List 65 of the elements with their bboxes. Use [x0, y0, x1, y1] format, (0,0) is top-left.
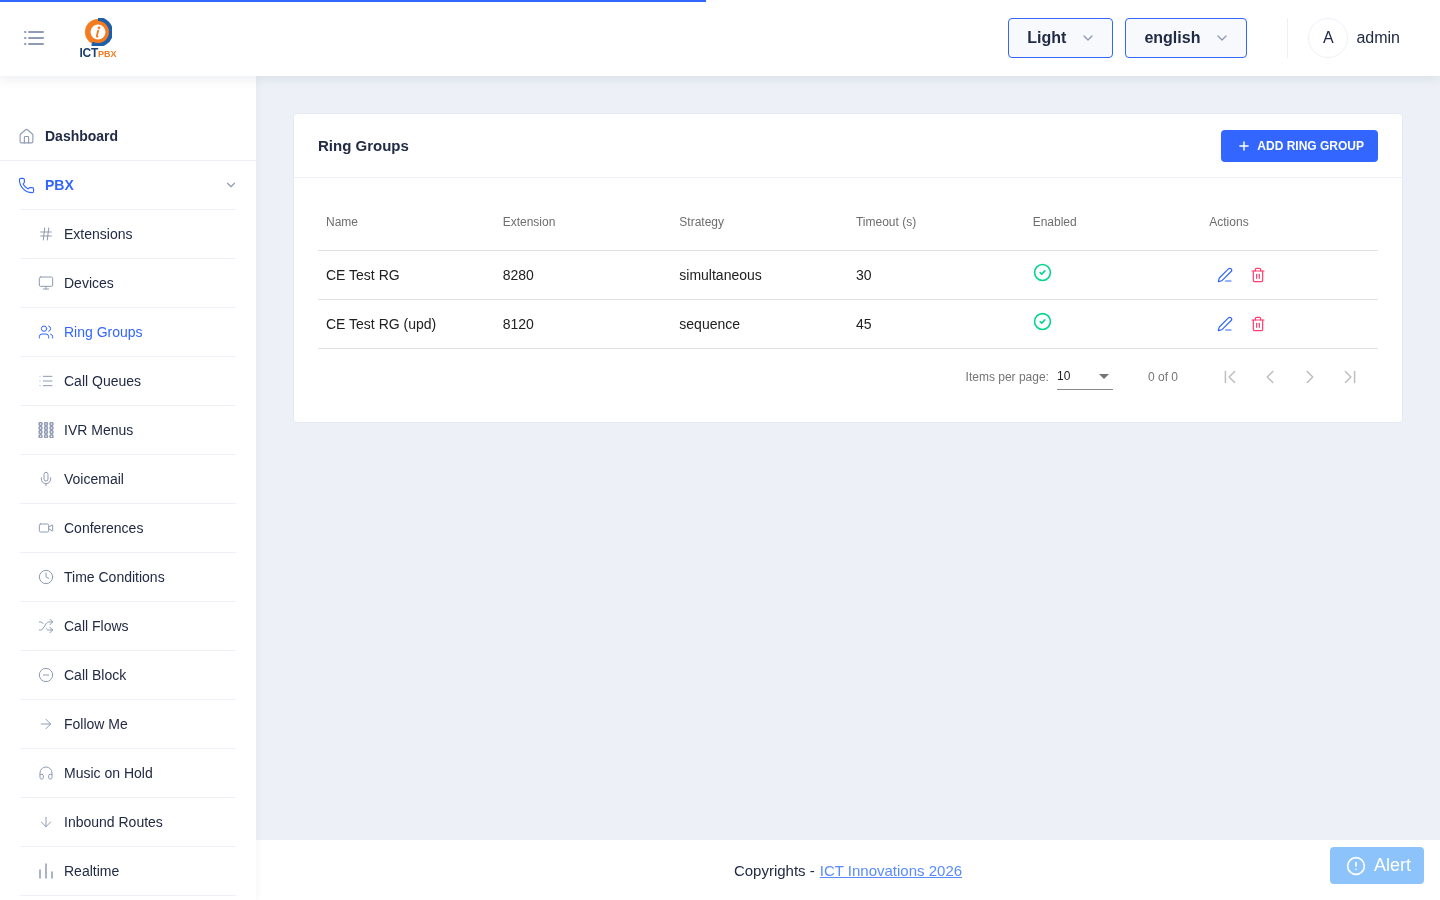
items-per-page-label: Items per page:	[965, 369, 1049, 384]
theme-select[interactable]: Light	[1008, 18, 1114, 58]
sidebar-item[interactable]: Dashboard	[0, 112, 256, 160]
sidebar-item[interactable]: Follow Me	[20, 700, 236, 748]
table-cell: simultaneous	[671, 250, 848, 299]
plus-icon	[1237, 138, 1252, 153]
column-header: Name	[318, 194, 495, 250]
table-cell: CE Test RG (upd)	[318, 299, 495, 348]
table-cell: CE Test RG	[318, 250, 495, 299]
page-range-label: 0 of 0	[1147, 369, 1178, 384]
sidebar-item[interactable]: Call Flows	[20, 602, 236, 650]
sidebar-item[interactable]: Devices	[20, 259, 236, 307]
copyright-text: Copyrights -	[733, 861, 815, 879]
menu-icon[interactable]	[24, 31, 44, 45]
card-title: Ring Groups	[318, 137, 409, 154]
clock-icon	[38, 569, 54, 585]
logo-accent-text: PBX	[97, 49, 117, 59]
dial-pad-icon	[38, 422, 54, 438]
sidebar-item[interactable]: IVR Menus	[20, 406, 236, 454]
shuffle-icon	[38, 618, 54, 634]
sidebar-item[interactable]: Conferences	[20, 504, 236, 552]
sidebar-item[interactable]: Extensions	[20, 210, 236, 258]
microphone-icon	[38, 471, 54, 487]
user-name[interactable]: admin	[1356, 29, 1400, 47]
table-cell: 30	[847, 250, 1025, 299]
video-camera-icon	[38, 520, 54, 536]
bars-icon	[38, 863, 54, 879]
sidebar-item[interactable]: Music on Hold	[20, 749, 236, 797]
sidebar-item[interactable]: Time Conditions	[20, 553, 236, 601]
trash-icon[interactable]	[1250, 266, 1267, 283]
table-cell: sequence	[671, 299, 848, 348]
users-icon	[38, 324, 54, 340]
headphones-icon	[38, 765, 54, 781]
page-size-select[interactable]: 10	[1056, 363, 1113, 390]
column-header: Strategy	[671, 194, 848, 250]
edit-icon[interactable]	[1217, 266, 1234, 283]
caret-icon	[1098, 373, 1109, 379]
sidebar-item[interactable]: Voicemail	[20, 455, 236, 503]
list-icon	[38, 373, 54, 389]
column-header: Extension	[494, 194, 672, 250]
column-header: Timeout (s)	[847, 194, 1025, 250]
sidebar-item[interactable]: Realtime	[20, 847, 236, 895]
sidebar-item[interactable]: Inbound Routes	[20, 798, 236, 846]
sidebar-item[interactable]: Call Block	[20, 651, 236, 699]
language-select[interactable]: english	[1125, 18, 1248, 58]
table-cell: 8280	[494, 250, 672, 299]
monitor-icon	[38, 275, 54, 291]
column-header: Actions	[1201, 194, 1378, 250]
sidebar-item[interactable]: Call Queues	[20, 357, 236, 405]
add-ring-group-button[interactable]: ADD RING GROUP	[1221, 129, 1378, 162]
logo-text: ICT	[79, 46, 98, 59]
house-icon	[18, 127, 35, 145]
table-cell: 8120	[494, 299, 672, 348]
minus-circle-icon	[38, 667, 54, 683]
edit-icon[interactable]	[1217, 315, 1234, 332]
arrow-right-icon	[38, 716, 54, 732]
logo-icon	[84, 17, 112, 46]
column-header: Enabled	[1024, 194, 1202, 250]
table-cell: 45	[847, 299, 1025, 348]
sidebar-group[interactable]: PBX	[0, 161, 256, 209]
trash-icon[interactable]	[1250, 315, 1267, 332]
alert-circle-icon	[1346, 855, 1366, 876]
hash-icon	[38, 226, 54, 242]
phone-icon	[18, 176, 35, 194]
sidebar-item[interactable]: Ring Groups	[20, 308, 236, 356]
